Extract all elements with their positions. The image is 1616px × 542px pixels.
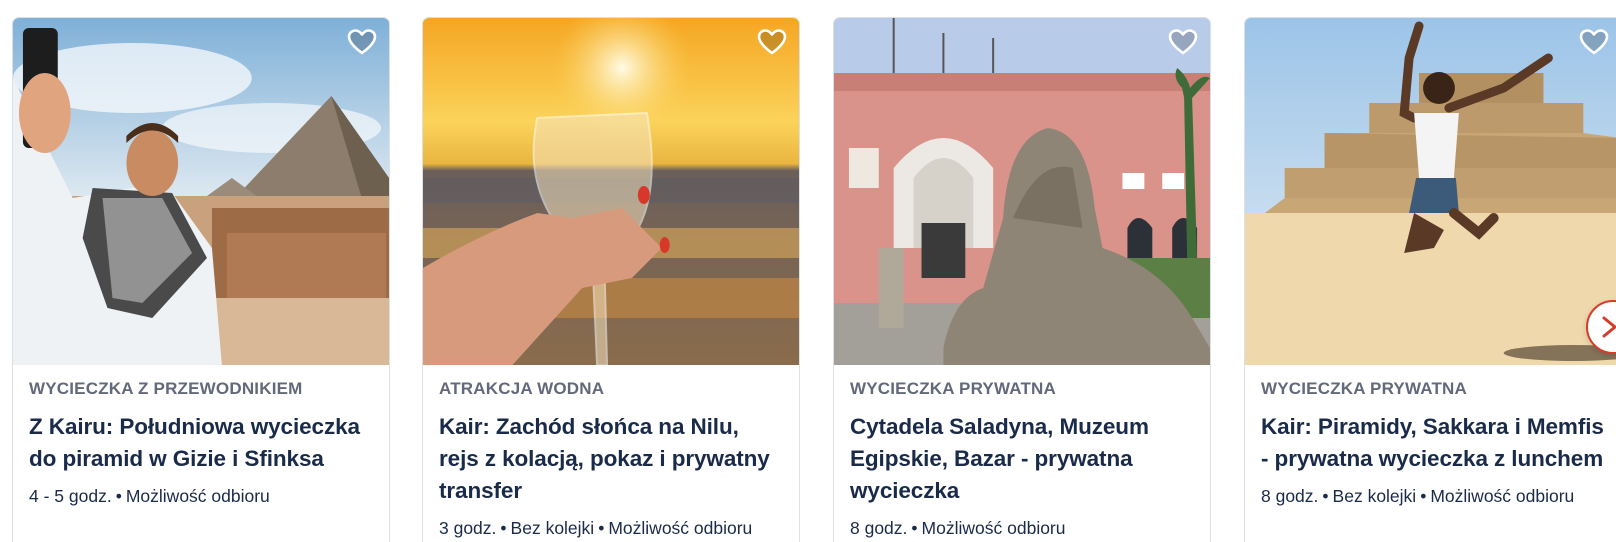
activity-category: WYCIECZKA Z PRZEWODNIKIEM bbox=[29, 379, 303, 398]
pickup-info: Możliwość odbioru bbox=[921, 518, 1066, 538]
activity-card[interactable]: WYCIECZKA PRYWATNA Cytadela Saladyna, Mu… bbox=[833, 17, 1211, 542]
activity-title[interactable]: Kair: Piramidy, Sakkara i Memfis - prywa… bbox=[1261, 411, 1605, 475]
separator-dot: • bbox=[911, 518, 918, 538]
activity-category: WYCIECZKA PRYWATNA bbox=[1261, 379, 1468, 398]
skip-line-info: Bez kolejki bbox=[510, 518, 595, 538]
activity-photo bbox=[423, 18, 799, 365]
activity-photo bbox=[13, 18, 389, 365]
activity-card-body: WYCIECZKA Z PRZEWODNIKIEM Z Kairu: Połud… bbox=[13, 365, 389, 507]
wine-glass-at-sunset-image bbox=[423, 18, 799, 365]
duration: 3 godz. bbox=[439, 518, 497, 538]
heart-outline-icon bbox=[347, 29, 377, 55]
wishlist-button[interactable] bbox=[1167, 27, 1199, 57]
separator-dot: • bbox=[500, 518, 507, 538]
wishlist-button[interactable] bbox=[346, 27, 378, 57]
heart-outline-icon bbox=[1168, 29, 1198, 55]
activity-title[interactable]: Cytadela Saladyna, Muzeum Egipskie, Baza… bbox=[850, 411, 1194, 507]
pickup-info: Możliwość odbioru bbox=[608, 518, 753, 538]
activity-title[interactable]: Z Kairu: Południowa wycieczka do piramid… bbox=[29, 411, 373, 475]
separator-dot: • bbox=[1322, 486, 1329, 506]
activity-card-body: WYCIECZKA PRYWATNA Cytadela Saladyna, Mu… bbox=[834, 365, 1210, 539]
pickup-info: Możliwość odbioru bbox=[125, 486, 270, 506]
woman-jumping-step-pyramid-image bbox=[1245, 18, 1616, 365]
activity-card[interactable]: WYCIECZKA PRYWATNA Kair: Piramidy, Sakka… bbox=[1244, 17, 1616, 542]
wishlist-button[interactable] bbox=[756, 27, 788, 57]
activity-card-body: WYCIECZKA PRYWATNA Kair: Piramidy, Sakka… bbox=[1245, 365, 1616, 507]
activity-card-body: ATRAKCJA WODNA Kair: Zachód słońca na Ni… bbox=[423, 365, 799, 539]
activity-title[interactable]: Kair: Zachód słońca na Nilu, rejs z kola… bbox=[439, 411, 783, 507]
activity-photo bbox=[1245, 18, 1616, 365]
activity-meta: 8 godz. • Możliwość odbioru bbox=[850, 517, 1194, 539]
separator-dot: • bbox=[115, 486, 122, 506]
chevron-right-icon bbox=[1602, 316, 1616, 338]
activity-category: ATRAKCJA WODNA bbox=[439, 379, 605, 398]
pickup-info: Możliwość odbioru bbox=[1430, 486, 1575, 506]
activity-photo bbox=[834, 18, 1210, 365]
egyptian-museum-sphinx-image bbox=[834, 18, 1210, 365]
activity-category: WYCIECZKA PRYWATNA bbox=[850, 379, 1057, 398]
activity-carousel: WYCIECZKA Z PRZEWODNIKIEM Z Kairu: Połud… bbox=[0, 0, 1616, 542]
duration: 8 godz. bbox=[1261, 486, 1319, 506]
separator-dot: • bbox=[1420, 486, 1427, 506]
activity-meta: 8 godz. • Bez kolejki • Możliwość odbioru bbox=[1261, 485, 1605, 507]
skip-line-info: Bez kolejki bbox=[1332, 486, 1417, 506]
separator-dot: • bbox=[598, 518, 605, 538]
activity-card[interactable]: WYCIECZKA Z PRZEWODNIKIEM Z Kairu: Połud… bbox=[12, 17, 390, 542]
man-selfie-at-pyramids-image bbox=[13, 18, 389, 365]
wishlist-button[interactable] bbox=[1578, 27, 1610, 57]
heart-outline-icon bbox=[757, 29, 787, 55]
duration: 8 godz. bbox=[850, 518, 908, 538]
activity-meta: 3 godz. • Bez kolejki • Możliwość odbioru bbox=[439, 517, 783, 539]
activity-card[interactable]: ATRAKCJA WODNA Kair: Zachód słońca na Ni… bbox=[422, 17, 800, 542]
heart-outline-icon bbox=[1579, 29, 1609, 55]
activity-meta: 4 - 5 godz. • Możliwość odbioru bbox=[29, 485, 373, 507]
duration: 4 - 5 godz. bbox=[29, 486, 112, 506]
